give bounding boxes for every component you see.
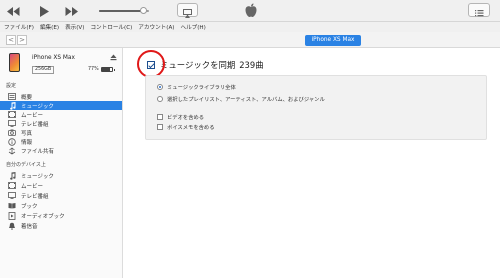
music-note-icon bbox=[8, 101, 16, 110]
summary-icon bbox=[8, 93, 16, 101]
menu-edit[interactable]: 編集(E) bbox=[40, 23, 59, 31]
tv-icon bbox=[8, 192, 16, 200]
book-icon bbox=[8, 202, 16, 210]
menu-account[interactable]: アカウント(A) bbox=[138, 23, 174, 31]
sidebar-item-label: ムービー bbox=[21, 112, 44, 119]
rewind-icon bbox=[6, 6, 19, 16]
camera-icon bbox=[8, 129, 16, 137]
audiobook-icon bbox=[8, 211, 16, 220]
device-item-audiobooks[interactable]: オーディオブック bbox=[0, 211, 122, 220]
device-item-music[interactable]: ミュージック bbox=[0, 171, 122, 180]
sidebar-item-label: ファイル共有 bbox=[21, 148, 55, 155]
fast-forward-button[interactable] bbox=[64, 5, 78, 17]
airplay-icon bbox=[183, 9, 192, 18]
menu-bar: ファイル(F) 編集(E) 表示(V) コントロール(C) アカウント(A) ヘ… bbox=[0, 22, 500, 32]
menu-controls[interactable]: コントロール(C) bbox=[90, 23, 132, 31]
sidebar-item-label: ブック bbox=[21, 203, 38, 210]
music-note-icon bbox=[8, 171, 16, 180]
entire-library-radio[interactable] bbox=[157, 84, 163, 90]
sync-music-label: ミュージックを同期 bbox=[160, 60, 236, 70]
device-button[interactable]: iPhone XS Max bbox=[305, 35, 361, 46]
capacity-badge: 256GB bbox=[32, 66, 55, 74]
song-count: 239曲 bbox=[239, 60, 264, 70]
volume-slider[interactable] bbox=[99, 7, 149, 14]
device-item-tv-shows[interactable]: テレビ番組 bbox=[0, 191, 122, 200]
sidebar-item-movies[interactable]: ムービー bbox=[0, 110, 122, 119]
navigation-bar: < > iPhone XS Max bbox=[0, 32, 500, 48]
tv-icon bbox=[8, 120, 16, 128]
volume-knob[interactable] bbox=[140, 7, 147, 14]
menu-file[interactable]: ファイル(F) bbox=[4, 23, 34, 31]
toolbar bbox=[0, 0, 500, 22]
sidebar-item-label: テレビ番組 bbox=[21, 121, 49, 128]
battery-icon bbox=[101, 67, 115, 72]
bell-icon bbox=[8, 222, 16, 230]
up-next-button[interactable] bbox=[468, 3, 490, 17]
iphone-icon bbox=[9, 53, 20, 72]
film-icon bbox=[8, 111, 16, 119]
sidebar-item-label: テレビ番組 bbox=[21, 193, 49, 200]
option-include-voice-memos[interactable]: ボイスメモを含める bbox=[157, 123, 215, 131]
sidebar-item-info[interactable]: 情報 bbox=[0, 137, 122, 146]
info-icon bbox=[8, 137, 16, 146]
sidebar-item-label: 概要 bbox=[21, 94, 33, 101]
sidebar-item-summary[interactable]: 概要 bbox=[0, 92, 122, 101]
include-videos-checkbox[interactable] bbox=[157, 114, 163, 120]
list-icon bbox=[475, 10, 484, 17]
include-videos-label: ビデオを含める bbox=[167, 115, 205, 121]
sidebar-item-label: 着信音 bbox=[21, 223, 38, 230]
sidebar-item-label: オーディオブック bbox=[21, 213, 65, 220]
selected-items-radio[interactable] bbox=[157, 96, 163, 102]
apple-logo bbox=[244, 3, 258, 18]
device-name: iPhone XS Max bbox=[32, 55, 75, 61]
sidebar-item-label: ムービー bbox=[21, 183, 44, 190]
sidebar-item-music[interactable]: ミュージック bbox=[0, 101, 122, 110]
sidebar-item-photos[interactable]: 写真 bbox=[0, 128, 122, 137]
file-sharing-icon bbox=[8, 146, 16, 155]
sidebar-item-tv-shows[interactable]: テレビ番組 bbox=[0, 119, 122, 128]
include-voice-memos-checkbox[interactable] bbox=[157, 124, 163, 130]
sidebar: iPhone XS Max 256GB 77% 設定 概要 ミュージック ムービ… bbox=[0, 48, 123, 278]
sidebar-item-file-sharing[interactable]: ファイル共有 bbox=[0, 146, 122, 155]
include-voice-memos-label: ボイスメモを含める bbox=[167, 125, 215, 131]
my-device-header: 自分のデバイス上 bbox=[6, 162, 46, 168]
device-item-ringtones[interactable]: 着信音 bbox=[0, 221, 122, 230]
itunes-window: { "menu": ["ファイル(F)", "編集(E)", "表示(V)", … bbox=[0, 0, 500, 278]
device-item-movies[interactable]: ムービー bbox=[0, 181, 122, 190]
option-include-videos[interactable]: ビデオを含める bbox=[157, 113, 204, 121]
option-selected[interactable]: 選択したプレイリスト、アーティスト、アルバム、およびジャンル bbox=[157, 95, 325, 103]
selected-items-label: 選択したプレイリスト、アーティスト、アルバム、およびジャンル bbox=[167, 97, 325, 103]
sidebar-item-label: ミュージック bbox=[21, 173, 54, 180]
option-entire-library[interactable]: ミュージックライブラリ全体 bbox=[157, 83, 236, 91]
battery-percentage: 77% bbox=[88, 67, 99, 72]
apple-icon bbox=[245, 3, 257, 17]
sidebar-item-label: ミュージック bbox=[21, 103, 54, 110]
device-item-books[interactable]: ブック bbox=[0, 201, 122, 210]
film-icon bbox=[8, 182, 16, 190]
sidebar-item-label: 情報 bbox=[21, 139, 33, 146]
sidebar-item-label: 写真 bbox=[21, 130, 33, 137]
eject-icon[interactable] bbox=[110, 54, 117, 63]
menu-help[interactable]: ヘルプ(H) bbox=[180, 23, 205, 31]
menu-view[interactable]: 表示(V) bbox=[65, 23, 84, 31]
back-button[interactable]: < bbox=[6, 35, 16, 45]
play-button[interactable] bbox=[38, 5, 50, 17]
entire-library-label: ミュージックライブラリ全体 bbox=[167, 85, 236, 91]
highlight-circle bbox=[137, 50, 165, 78]
forward-button[interactable]: > bbox=[17, 35, 27, 45]
volume-level bbox=[99, 10, 142, 12]
rewind-button[interactable] bbox=[6, 5, 20, 17]
settings-header: 設定 bbox=[6, 83, 17, 89]
play-icon bbox=[39, 5, 49, 17]
fast-forward-icon bbox=[65, 6, 78, 16]
airplay-button[interactable] bbox=[177, 3, 198, 18]
